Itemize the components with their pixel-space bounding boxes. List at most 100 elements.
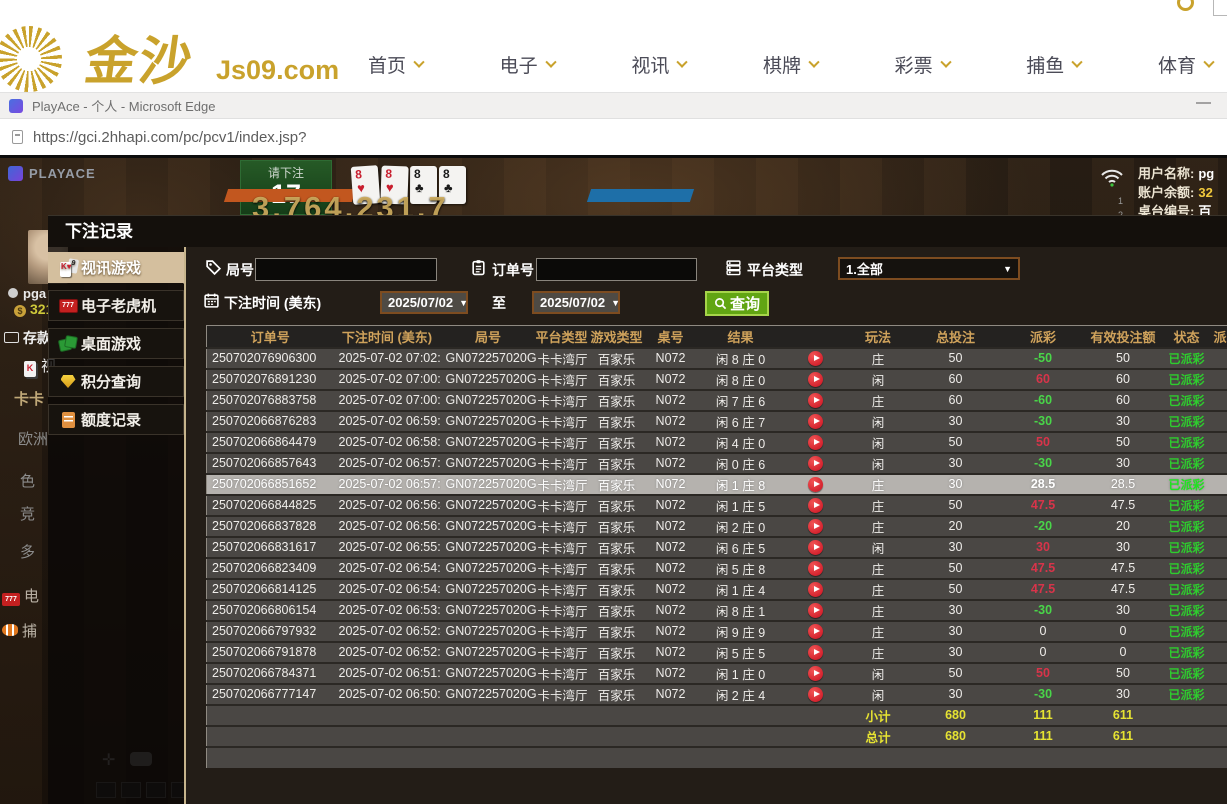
platform-type-select[interactable]: 1.全部 ▼ bbox=[838, 257, 1020, 280]
cards-icon: K bbox=[24, 361, 36, 377]
lobby-multi-label[interactable]: 多 bbox=[20, 541, 35, 562]
caret-down-icon: ▼ bbox=[1003, 264, 1012, 274]
replay-play-icon[interactable] bbox=[808, 435, 823, 450]
table-row[interactable]: 250702066864479 2025-07-02 06:58:26 GN07… bbox=[207, 432, 1227, 453]
table-row[interactable]: 250702066831617 2025-07-02 06:55:34 GN07… bbox=[207, 537, 1227, 558]
total-row: 总计 680 111 611 bbox=[207, 726, 1227, 747]
replay-play-icon[interactable] bbox=[808, 414, 823, 429]
table-row[interactable]: 250702066844825 2025-07-02 06:56:42 GN07… bbox=[207, 495, 1227, 516]
bet-time-filter-label: 下注时间 (美东) bbox=[224, 293, 321, 313]
clownfish-icon bbox=[2, 624, 18, 636]
table-header-row: 订单号 下注时间 (美东) 局号 平台类型 游戏类型 桌号 结果 玩法 总投注 … bbox=[207, 326, 1227, 348]
lobby-hall-label[interactable]: 卡卡 bbox=[14, 388, 44, 409]
search-button[interactable]: 查询 bbox=[705, 291, 769, 316]
table-row[interactable]: 250702066823409 2025-07-02 06:54:52 GN07… bbox=[207, 558, 1227, 579]
replay-play-icon[interactable] bbox=[808, 393, 823, 408]
table-row[interactable]: 250702076891230 2025-07-02 07:00:44 GN07… bbox=[207, 369, 1227, 390]
date-to-select[interactable]: 2025/07/02 ▼ bbox=[532, 291, 620, 314]
sidebar-item-credit-records[interactable]: 额度记录 bbox=[48, 404, 184, 435]
replay-play-icon[interactable] bbox=[808, 540, 823, 555]
lobby-bid-label[interactable]: 竞 bbox=[20, 503, 35, 524]
replay-play-icon[interactable] bbox=[808, 666, 823, 681]
slot-777-icon: 777 bbox=[2, 593, 20, 606]
lobby-dice-label[interactable]: 色 bbox=[20, 470, 35, 491]
date-from-select[interactable]: 2025/07/02 ▼ bbox=[380, 291, 468, 314]
replay-play-icon[interactable] bbox=[808, 645, 823, 660]
table-row[interactable]: 250702066814125 2025-07-02 06:54:07 GN07… bbox=[207, 579, 1227, 600]
url-text[interactable]: https://gci.2hhapi.com/pc/pcv1/index.jsp… bbox=[33, 129, 307, 146]
chevron-down-icon bbox=[545, 56, 556, 67]
platform-icon bbox=[725, 259, 742, 276]
minimize-button[interactable]: — bbox=[1196, 94, 1211, 111]
sidebar-item-video-games[interactable]: 9K♥ 视讯游戏 bbox=[48, 252, 184, 283]
table-row[interactable]: 250702066806154 2025-07-02 06:53:28 GN07… bbox=[207, 600, 1227, 621]
main-nav: 首页 电子 视讯 棋牌 彩票 捕鱼 体育 bbox=[368, 51, 1213, 78]
banker-bet-bar bbox=[587, 189, 694, 202]
modal-title: 下注记录 bbox=[48, 215, 1227, 247]
table-row[interactable]: 250702066876283 2025-07-02 06:59:29 GN07… bbox=[207, 411, 1227, 432]
replay-play-icon[interactable] bbox=[808, 519, 823, 534]
replay-play-icon[interactable] bbox=[808, 477, 823, 492]
table-row[interactable]: 250702076883758 2025-07-02 07:00:04 GN07… bbox=[207, 390, 1227, 411]
window-title: PlayAce - 个人 - Microsoft Edge bbox=[32, 96, 216, 115]
site-logo-cn: 金沙 bbox=[81, 19, 200, 94]
nav-item-electronic[interactable]: 电子 bbox=[500, 51, 555, 78]
replay-play-icon[interactable] bbox=[808, 351, 823, 366]
lobby-fishing-label[interactable]: 捕 bbox=[2, 620, 37, 641]
replay-play-icon[interactable] bbox=[808, 624, 823, 639]
lobby-europe-label[interactable]: 欧洲 bbox=[18, 428, 48, 449]
chevron-down-icon bbox=[413, 56, 424, 67]
replay-play-icon[interactable] bbox=[808, 372, 823, 387]
lobby-username: pga bbox=[8, 286, 46, 301]
sidebar-item-points-query[interactable]: 积分查询 bbox=[48, 366, 184, 397]
nav-item-live[interactable]: 视讯 bbox=[631, 51, 686, 78]
table-row[interactable]: 250702066857643 2025-07-02 06:57:52 GN07… bbox=[207, 453, 1227, 474]
bet-records-modal: 下注记录 9K♥ 视讯游戏 777 电子老虎机 桌面游戏 积分查询 bbox=[48, 215, 1227, 804]
order-input[interactable] bbox=[536, 258, 697, 281]
calendar-icon bbox=[203, 292, 220, 309]
table-games-icon bbox=[55, 336, 81, 352]
sidebar-item-slots[interactable]: 777 电子老虎机 bbox=[48, 290, 184, 321]
order-filter-label: 订单号 bbox=[492, 260, 534, 280]
nav-item-lottery[interactable]: 彩票 bbox=[895, 51, 950, 78]
replay-play-icon[interactable] bbox=[808, 561, 823, 576]
lobby-electronic-label[interactable]: 777电 bbox=[2, 585, 39, 606]
round-input[interactable] bbox=[255, 258, 437, 281]
nav-item-home[interactable]: 首页 bbox=[368, 51, 423, 78]
modal-content: 局号 订单号 平台类型 1.全部 ▼ 下注时间 (美东) 2025/07/02 … bbox=[186, 247, 1227, 804]
app-window-icon bbox=[9, 99, 23, 113]
corner-popup-edge bbox=[1213, 0, 1227, 16]
magnifier-icon bbox=[714, 297, 727, 310]
user-name-row: 用户名称:pg bbox=[1138, 164, 1214, 183]
nav-item-sports[interactable]: 体育 bbox=[1158, 51, 1213, 78]
nav-item-fishing[interactable]: 捕鱼 bbox=[1026, 51, 1081, 78]
roadmap-marker: 1 bbox=[1118, 196, 1123, 206]
sidebar-item-table-games[interactable]: 桌面游戏 bbox=[48, 328, 184, 359]
table-row[interactable]: 250702066851652 2025-07-02 06:57:18 GN07… bbox=[207, 474, 1227, 495]
playace-logo: PLAYACE bbox=[8, 166, 96, 181]
replay-play-icon[interactable] bbox=[808, 498, 823, 513]
replay-play-icon[interactable] bbox=[808, 456, 823, 471]
clipboard-icon bbox=[470, 259, 487, 276]
playace-icon bbox=[8, 166, 23, 181]
nav-item-chess[interactable]: 棋牌 bbox=[763, 51, 818, 78]
replay-play-icon[interactable] bbox=[808, 687, 823, 702]
table-row[interactable]: 250702066837828 2025-07-02 06:56:09 GN07… bbox=[207, 516, 1227, 537]
modal-sidebar: 9K♥ 视讯游戏 777 电子老虎机 桌面游戏 积分查询 额度记录 bbox=[48, 247, 184, 804]
replay-play-icon[interactable] bbox=[808, 582, 823, 597]
replay-play-icon[interactable] bbox=[808, 603, 823, 618]
table-row[interactable]: 250702066784371 2025-07-02 06:51:37 GN07… bbox=[207, 663, 1227, 684]
browser-titlebar: PlayAce - 个人 - Microsoft Edge — bbox=[0, 92, 1227, 119]
screen: 金沙 Js09.com 首页 电子 视讯 棋牌 彩票 捕鱼 体育 PlayAce… bbox=[0, 0, 1227, 804]
table-row[interactable]: 250702076906300 2025-07-02 07:02:01 GN07… bbox=[207, 348, 1227, 369]
page-icon bbox=[12, 130, 23, 144]
table-row[interactable]: 250702066777147 2025-07-02 06:50:58 GN07… bbox=[207, 684, 1227, 705]
empty-row bbox=[207, 747, 1227, 768]
tag-icon bbox=[205, 259, 222, 276]
table-row[interactable]: 250702066797932 2025-07-02 06:52:46 GN07… bbox=[207, 621, 1227, 642]
lobby-deposit-button[interactable]: 存款 bbox=[4, 328, 51, 348]
table-row[interactable]: 250702066791878 2025-07-02 06:52:15 GN07… bbox=[207, 642, 1227, 663]
sun-logo-icon bbox=[0, 26, 62, 92]
round-filter-label: 局号 bbox=[226, 260, 254, 280]
bank-card-icon bbox=[4, 332, 19, 343]
